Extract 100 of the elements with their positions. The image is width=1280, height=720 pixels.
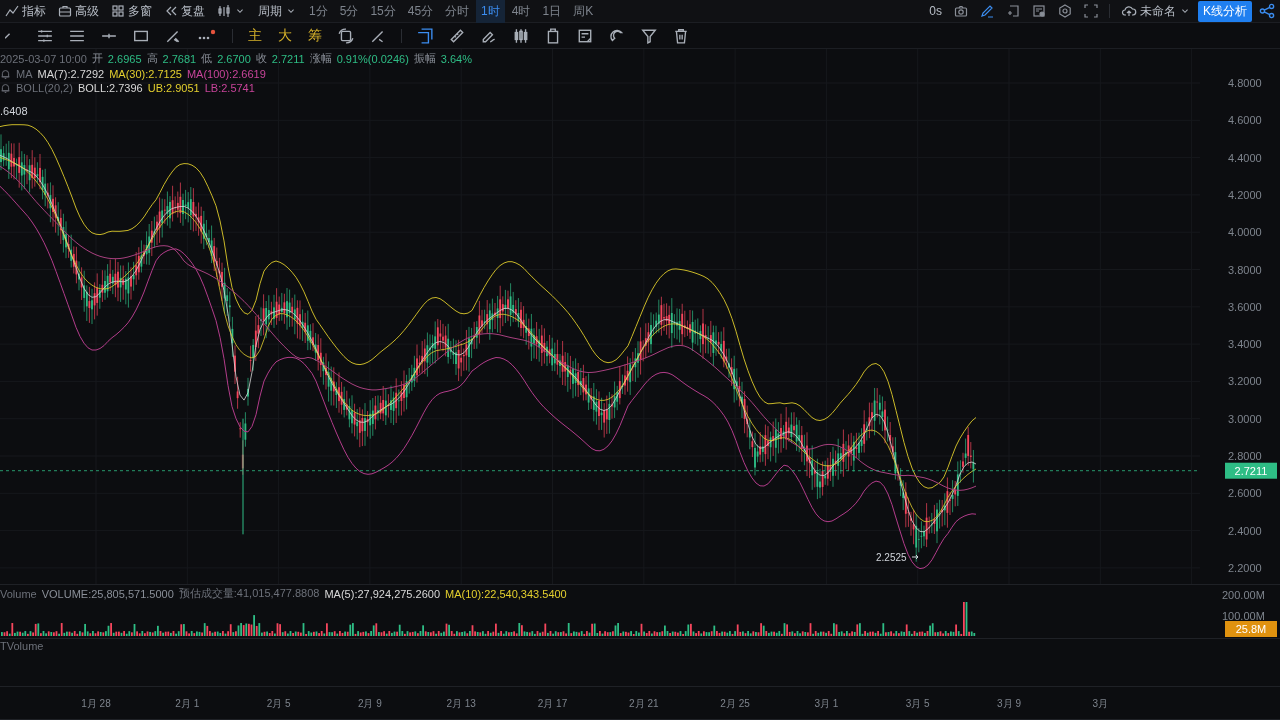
- axis-label: 3月 1: [814, 698, 839, 709]
- layout-dropdown[interactable]: 未命名: [1116, 0, 1196, 22]
- cloud-upload-icon: [1121, 4, 1137, 18]
- indicator-value: 预估成交量:41,015,477.8808: [178, 586, 320, 601]
- rewind-icon: [164, 4, 178, 18]
- indicator-name: Volume: [0, 587, 37, 600]
- candles-icon[interactable]: [513, 27, 529, 44]
- indicator-value: LB:2.5741: [204, 82, 255, 94]
- interval-tab[interactable]: 15分: [365, 0, 401, 23]
- ruler-icon[interactable]: [449, 27, 465, 44]
- field-label: 高: [146, 51, 158, 66]
- axis-label: 3.2000: [1228, 375, 1262, 388]
- field-label: 涨幅: [309, 51, 332, 66]
- field-value: 2.7211: [271, 52, 305, 65]
- high-price-label: .6408: [0, 105, 28, 117]
- axis-label: 4.6000: [1228, 114, 1262, 127]
- axis-label: 2.2000: [1228, 561, 1262, 574]
- interval-tab[interactable]: 4时: [506, 0, 536, 23]
- rotate-icon[interactable]: [338, 27, 354, 44]
- toolbar-button[interactable]: 高级: [53, 0, 104, 22]
- analysis-button[interactable]: K线分析: [1198, 0, 1252, 22]
- axis-label: 2月 25: [720, 698, 750, 709]
- filter-icon[interactable]: [641, 27, 657, 44]
- axis-label: 2月 13: [446, 698, 476, 709]
- arrow-icon: [911, 554, 919, 560]
- axis-label: 1月 28: [81, 698, 111, 709]
- interval-tab[interactable]: 5分: [334, 0, 364, 23]
- axis-label: 3月 9: [997, 698, 1021, 709]
- toolbar-button[interactable]: 指标: [0, 0, 51, 22]
- axis-label: 4.0000: [1228, 226, 1262, 239]
- axis-label: 2.4000: [1228, 524, 1262, 537]
- axis-label: 3.0000: [1228, 412, 1262, 425]
- bell-icon: [0, 82, 11, 94]
- axis-label: 3.4000: [1228, 338, 1262, 351]
- image-icon[interactable]: [1032, 4, 1046, 18]
- axis-label: 200.00M: [1222, 589, 1265, 601]
- field-label: 收: [255, 51, 267, 66]
- indicator-value: UB:2.9051: [147, 82, 200, 94]
- axis-label: 4.8000: [1228, 77, 1262, 89]
- axis-label: 3.6000: [1228, 300, 1262, 313]
- indicator-name: TVolume: [0, 640, 44, 652]
- interval-tab[interactable]: 45分: [402, 0, 439, 23]
- layers-icon[interactable]: [417, 27, 433, 44]
- axis-label: 2.6000: [1228, 487, 1262, 500]
- axis-label: 4.4000: [1228, 151, 1262, 164]
- field-label: 开: [91, 51, 103, 66]
- indicator-icon: [5, 4, 19, 18]
- indicator-value: BOLL:2.7396: [77, 82, 143, 94]
- field-label: 低: [201, 51, 213, 66]
- toolbar-button[interactable]: 多窗: [106, 0, 157, 22]
- briefcase-icon: [58, 4, 72, 18]
- grid-icon: [111, 4, 125, 18]
- axis-label: 3月: [1092, 698, 1109, 709]
- axis-label: 2月 1: [175, 698, 200, 709]
- last-price-tag: 2.7211: [1225, 462, 1277, 479]
- axis-label: 2月 21: [629, 698, 659, 709]
- axis-label: 2月 9: [357, 698, 382, 709]
- field-value: 3.64%: [440, 52, 473, 65]
- sliders-icon[interactable]: [37, 27, 53, 44]
- field-value: 2.6965: [107, 52, 142, 65]
- tool-button[interactable]: 筹: [303, 24, 327, 47]
- indicator-name: BOLL(20,2): [16, 82, 73, 94]
- axis-label: 4.2000: [1228, 188, 1262, 201]
- toolbar-button[interactable]: 复盘: [159, 0, 210, 22]
- tool-button[interactable]: 主: [243, 24, 267, 47]
- field-value: 0.91%(0.0246): [336, 52, 409, 65]
- low-price-label: 2.2525: [876, 552, 907, 563]
- axis-label: 2.8000: [1228, 450, 1262, 462]
- tool-button[interactable]: 大: [273, 24, 297, 47]
- interval-tab[interactable]: 1日: [537, 0, 567, 23]
- axis-label: 100.00M: [1222, 610, 1265, 622]
- note-icon[interactable]: [577, 27, 593, 44]
- field-value: 2.6700: [217, 52, 251, 65]
- camera-icon[interactable]: [954, 4, 968, 18]
- bell-icon: [0, 68, 11, 80]
- settings-icon[interactable]: [1058, 4, 1072, 18]
- timer-label: 0s: [928, 3, 943, 20]
- share-icon[interactable]: [1259, 3, 1275, 19]
- interval-tab[interactable]: 1分: [304, 0, 333, 23]
- interval-tab[interactable]: 1时: [476, 0, 505, 23]
- add-frame-icon[interactable]: [1006, 4, 1020, 18]
- axis-label: 2月 5: [266, 698, 291, 709]
- clipboard-icon[interactable]: [545, 27, 561, 44]
- dropdown-button[interactable]: 周期: [253, 0, 302, 22]
- fullscreen-icon[interactable]: [1084, 4, 1098, 18]
- indicator-value: MA(10):22,540,343.5400: [445, 587, 567, 600]
- indicator-name: MA: [16, 68, 33, 80]
- last-volume-tag: 25.8M: [1225, 621, 1277, 637]
- field-label: 振幅: [413, 51, 436, 66]
- trash-icon[interactable]: [673, 27, 689, 44]
- pencil-icon[interactable]: [980, 4, 994, 18]
- indicator-value: MA(7):2.7292: [37, 68, 105, 80]
- interval-tab[interactable]: 分时: [440, 0, 475, 23]
- field-value: 2.7681: [162, 52, 197, 65]
- indicator-value: MA(100):2.6619: [186, 68, 266, 80]
- axis-label: 3.8000: [1228, 263, 1262, 276]
- indicator-value: VOLUME:25,805,571.5000: [41, 587, 174, 600]
- datetime-label: 2025-03-07 10:00: [0, 52, 87, 65]
- interval-tab[interactable]: 周K: [568, 0, 599, 23]
- axis-label: 3月 5: [905, 698, 930, 709]
